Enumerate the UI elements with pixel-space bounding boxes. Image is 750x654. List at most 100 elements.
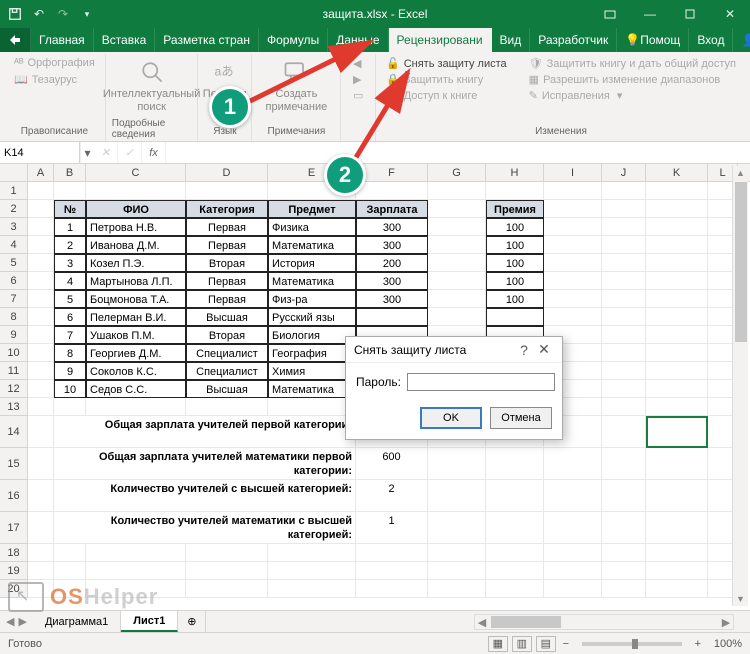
row-header-12[interactable]: 12 (0, 380, 27, 398)
cell[interactable] (28, 344, 54, 362)
cell-cat[interactable]: Вторая (186, 326, 268, 344)
cell[interactable] (602, 272, 646, 290)
cell[interactable] (646, 480, 708, 512)
cell[interactable] (544, 182, 602, 200)
zoom-out-icon[interactable]: − (560, 638, 572, 650)
cell[interactable] (646, 398, 708, 416)
row-header-13[interactable]: 13 (0, 398, 27, 416)
dialog-help-icon[interactable]: ? (514, 342, 534, 358)
col-header-F[interactable]: F (356, 164, 428, 181)
col-header-H[interactable]: H (486, 164, 544, 181)
cell-bonus[interactable]: 100 (486, 290, 544, 308)
cell[interactable] (602, 182, 646, 200)
password-input[interactable] (407, 373, 555, 391)
cell[interactable] (646, 326, 708, 344)
cell-fio[interactable]: Соколов К.С. (86, 362, 186, 380)
cell[interactable] (646, 544, 708, 562)
cell[interactable] (428, 182, 486, 200)
cell[interactable] (646, 290, 708, 308)
qat-customize-icon[interactable]: ▾ (78, 5, 96, 23)
scroll-down-icon[interactable]: ▼ (733, 592, 748, 606)
cell-no[interactable]: 3 (54, 254, 86, 272)
cell[interactable] (28, 380, 54, 398)
scroll-right-icon[interactable]: ▶ (719, 616, 733, 629)
cell[interactable] (544, 308, 602, 326)
tab-2[interactable]: Разметка стран (155, 28, 259, 52)
cell[interactable] (428, 544, 486, 562)
tab-file[interactable] (0, 28, 31, 52)
header-sal[interactable]: Зарплата (356, 200, 428, 218)
minimize-icon[interactable]: — (630, 0, 670, 28)
cell[interactable] (646, 182, 708, 200)
tab-4[interactable]: Данные (328, 28, 388, 52)
cell-subj[interactable]: Математика (268, 236, 356, 254)
cell[interactable] (646, 380, 708, 398)
cell[interactable] (646, 236, 708, 254)
vertical-scrollbar[interactable]: ▲ ▼ (732, 166, 748, 606)
unprotect-sheet-button[interactable]: 🔓Снять защиту листа (382, 56, 511, 71)
scroll-left-icon[interactable]: ◀ (475, 616, 489, 629)
cell[interactable] (28, 362, 54, 380)
cell[interactable] (646, 344, 708, 362)
cell-subj[interactable]: История (268, 254, 356, 272)
row-header-18[interactable]: 18 (0, 544, 27, 562)
cell[interactable] (486, 480, 544, 512)
cell[interactable] (646, 416, 708, 448)
protect-book-button[interactable]: 🔒Защитить книгу (382, 72, 511, 87)
summary-value[interactable]: 1 (356, 512, 428, 544)
dialog-titlebar[interactable]: Снять защиту листа ? ✕ (346, 337, 562, 363)
cell[interactable] (186, 182, 268, 200)
cell-subj[interactable]: Математика (268, 272, 356, 290)
tab-share[interactable]: 👤Общий доступ (733, 28, 750, 52)
cell[interactable] (486, 182, 544, 200)
cell[interactable] (428, 200, 486, 218)
spelling-button[interactable]: ᴬᴮОрфография (10, 56, 99, 70)
cell-cat[interactable]: Первая (186, 272, 268, 290)
row-header-2[interactable]: 2 (0, 200, 27, 218)
cell[interactable] (602, 326, 646, 344)
cell[interactable] (356, 182, 428, 200)
row-header-14[interactable]: 14 (0, 416, 27, 448)
cell-fio[interactable]: Иванова Д.М. (86, 236, 186, 254)
sheet-next-icon[interactable]: ▶ (18, 615, 26, 628)
row-header-1[interactable]: 1 (0, 182, 27, 200)
cell-cat[interactable]: Первая (186, 290, 268, 308)
cell[interactable] (544, 544, 602, 562)
cell-no[interactable]: 9 (54, 362, 86, 380)
hscroll-thumb[interactable] (491, 616, 561, 628)
cell[interactable] (186, 580, 268, 598)
cell-no[interactable]: 8 (54, 344, 86, 362)
row-header-9[interactable]: 9 (0, 326, 27, 344)
row-header-5[interactable]: 5 (0, 254, 27, 272)
cell[interactable] (28, 182, 54, 200)
tab-7[interactable]: Разработчик (530, 28, 617, 52)
cell[interactable] (428, 308, 486, 326)
col-header-C[interactable]: C (86, 164, 186, 181)
cell-subj[interactable]: Русский язы (268, 308, 356, 326)
formula-input[interactable] (166, 142, 750, 163)
cell[interactable] (544, 290, 602, 308)
cell[interactable] (86, 580, 186, 598)
cell[interactable] (28, 254, 54, 272)
cell-bonus[interactable]: 100 (486, 236, 544, 254)
cell[interactable] (602, 254, 646, 272)
cell[interactable] (28, 272, 54, 290)
cancel-button[interactable]: Отмена (490, 407, 552, 429)
row-header-16[interactable]: 16 (0, 480, 27, 512)
header-fio[interactable]: ФИО (86, 200, 186, 218)
cell[interactable] (356, 562, 428, 580)
tab-5[interactable]: Рецензировани (389, 28, 492, 52)
cell[interactable] (646, 562, 708, 580)
cell[interactable] (54, 182, 86, 200)
cell[interactable] (646, 272, 708, 290)
cell[interactable] (602, 416, 646, 448)
cell-no[interactable]: 1 (54, 218, 86, 236)
cell[interactable] (186, 398, 268, 416)
cell[interactable] (544, 580, 602, 598)
cell-subj[interactable]: Математика (268, 380, 356, 398)
cell[interactable] (428, 272, 486, 290)
cell-fio[interactable]: Козел П.Э. (86, 254, 186, 272)
col-header-A[interactable]: A (28, 164, 54, 181)
summary-label[interactable]: Общая зарплата учителей первой категории… (54, 416, 356, 448)
cell[interactable] (86, 562, 186, 580)
